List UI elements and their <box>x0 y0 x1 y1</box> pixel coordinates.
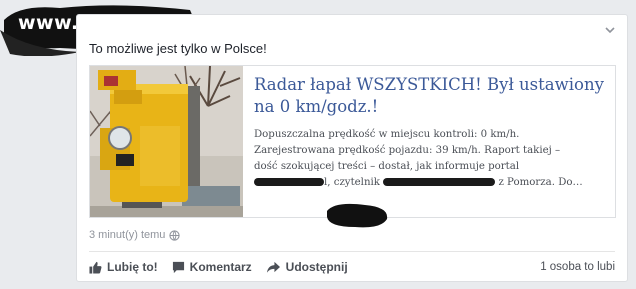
redacted-mark <box>254 178 324 186</box>
share-arrow-icon <box>266 261 280 273</box>
desc-line: Zarejestrowana prędkość pojazdu: 39 km/h… <box>254 145 561 156</box>
chevron-down-icon[interactable] <box>603 23 617 37</box>
redacted-mark <box>327 203 388 228</box>
share-button[interactable]: Udostępnij <box>266 260 348 274</box>
share-label: Udostępnij <box>285 260 348 274</box>
speed-camera-photo[interactable] <box>90 66 243 217</box>
desc-line: Dopuszczalna prędkość w miejscu kontroli… <box>254 129 520 140</box>
redacted-mark <box>383 178 496 186</box>
thumbs-up-icon <box>89 261 102 274</box>
post-message: To możliwe jest tylko w Polsce! <box>89 41 267 56</box>
like-button[interactable]: Lubię to! <box>89 260 158 274</box>
post-timestamp[interactable]: 3 minut(y) temu <box>89 229 181 241</box>
post-actions: Lubię to! Komentarz Udostępnij 1 osoba t… <box>89 256 615 278</box>
timestamp-text[interactable]: 3 minut(y) temu <box>89 229 165 241</box>
likes-count[interactable]: 1 osoba to lubi <box>540 261 615 273</box>
desc-fragment: l, czytelnik <box>324 177 380 188</box>
comment-icon <box>172 261 184 273</box>
desc-line: l, czytelnik z Pomorza. Do… <box>254 175 606 191</box>
desc-line: dość szokującej treści – dostał, jak inf… <box>254 161 520 172</box>
comment-button[interactable]: Komentarz <box>172 260 252 274</box>
link-title[interactable]: Radar łapał WSZYSTKICH! Był ustawiony na… <box>254 74 606 118</box>
link-description: Dopuszczalna prędkość w miejscu kontroli… <box>254 127 606 191</box>
actions-divider <box>89 251 615 252</box>
desc-fragment: z Pomorza. Do… <box>498 177 583 188</box>
feed-post: To możliwe jest tylko w Polsce! Radar ła… <box>76 14 628 282</box>
link-preview-card[interactable]: Radar łapał WSZYSTKICH! Był ustawiony na… <box>89 65 616 218</box>
like-label: Lubię to! <box>107 260 158 274</box>
comment-label: Komentarz <box>189 260 252 274</box>
globe-icon <box>169 229 181 241</box>
